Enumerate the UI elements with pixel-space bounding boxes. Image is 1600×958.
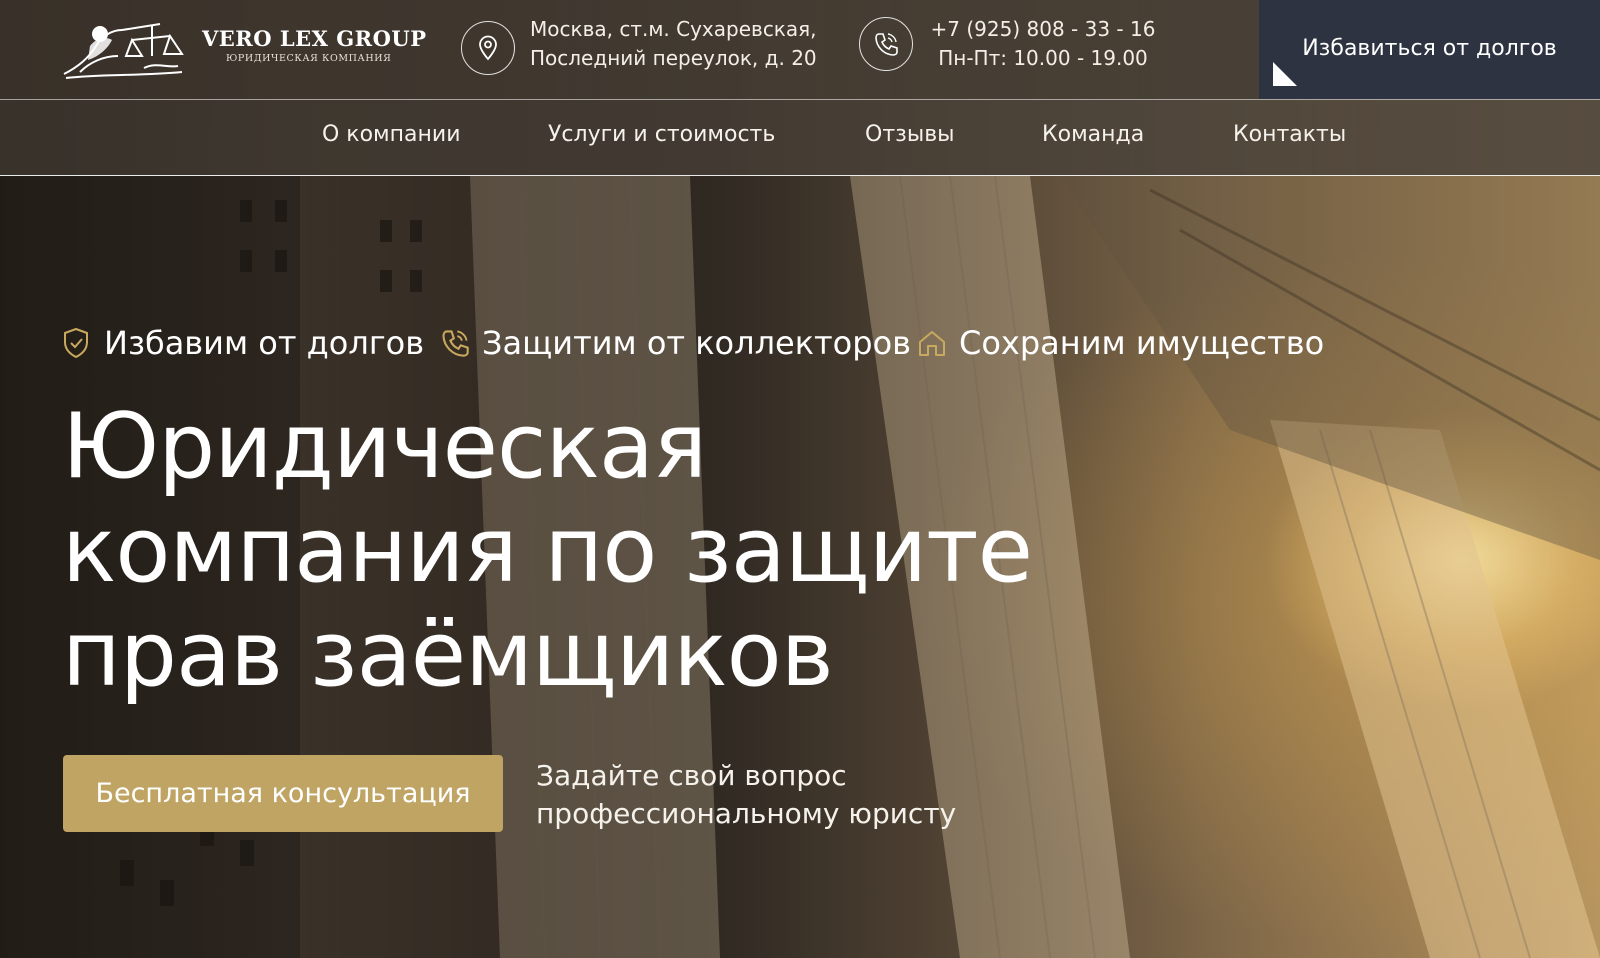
feature-property: Сохраним имущество [917, 324, 1324, 362]
nav-item-services[interactable]: Услуги и стоимость [548, 122, 775, 147]
cta-label: Избавиться от долгов [1302, 36, 1557, 61]
headline-line-1: Юридическая [62, 394, 707, 499]
address-line-1: Москва, ст.м. Сухаревская, [530, 17, 817, 41]
phone-icon[interactable] [859, 17, 913, 71]
get-rid-of-debts-button[interactable]: Избавиться от долгов [1259, 0, 1600, 99]
nav-item-contacts[interactable]: Контакты [1233, 122, 1346, 147]
free-consultation-button[interactable]: Бесплатная консультация [63, 755, 503, 832]
company-logo[interactable]: VERO LEX GROUP ЮРИДИЧЕСКАЯ КОМПАНИЯ [60, 16, 426, 80]
working-hours: Пн-Пт: 10.00 - 19.00 [938, 46, 1148, 70]
contact-info: +7 (925) 808 - 33 - 16 Пн-Пт: 10.00 - 19… [928, 15, 1158, 73]
map-pin-icon [461, 21, 515, 75]
phone-call-icon [440, 326, 470, 360]
nav-item-about[interactable]: О компании [322, 122, 461, 147]
headline-line-3: прав заёмщиков [62, 602, 834, 707]
logo-subtitle: ЮРИДИЧЕСКАЯ КОМПАНИЯ [226, 53, 392, 64]
home-icon [917, 326, 947, 360]
nav-item-reviews[interactable]: Отзывы [865, 122, 955, 147]
feature-label: Избавим от долгов [104, 324, 425, 362]
main-nav: О компании Услуги и стоимость Отзывы Ком… [0, 100, 1600, 176]
feature-label: Сохраним имущество [959, 324, 1325, 362]
themis-scales-icon [63, 23, 184, 79]
page-title: Юридическая компания по защите прав заём… [62, 395, 1062, 707]
corner-arrow-icon [1273, 62, 1297, 86]
feature-debts: Избавим от долгов [62, 324, 424, 362]
ask-lawyer-text: Задайте свой вопрос профессиональному юр… [536, 757, 996, 833]
feature-label: Защитим от коллекторов [482, 324, 911, 362]
feature-collectors: Защитим от коллекторов [440, 324, 911, 362]
shield-check-icon [62, 326, 92, 360]
logo-title: VERO LEX GROUP [202, 26, 427, 51]
phone-number[interactable]: +7 (925) 808 - 33 - 16 [928, 15, 1158, 44]
top-header: VERO LEX GROUP ЮРИДИЧЕСКАЯ КОМПАНИЯ Моск… [0, 0, 1600, 100]
address-line-2: Последний переулок, д. 20 [530, 46, 817, 70]
address: Москва, ст.м. Сухаревская, Последний пер… [530, 15, 830, 73]
headline-line-2: компания по защите [62, 498, 1033, 603]
nav-item-team[interactable]: Команда [1042, 122, 1144, 147]
ask-line-2: профессиональному юристу [536, 797, 957, 830]
ask-line-1: Задайте свой вопрос [536, 759, 847, 792]
